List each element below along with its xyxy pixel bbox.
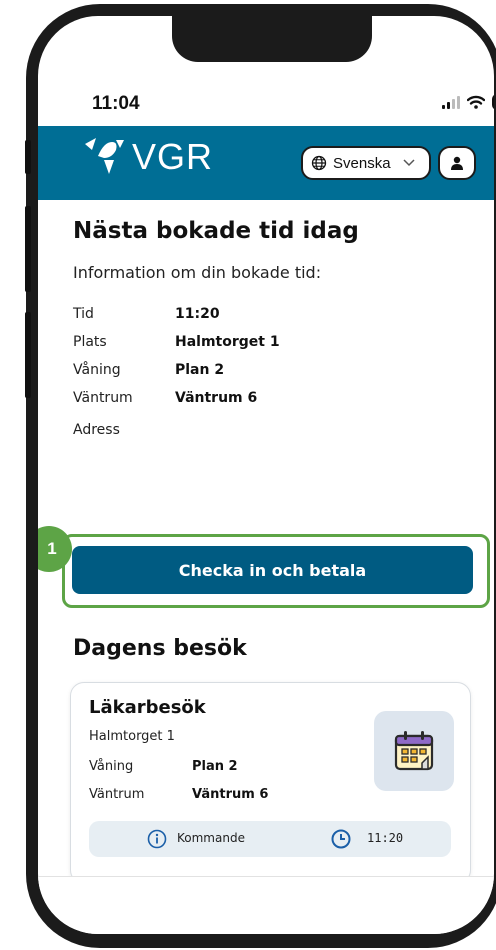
check-in-and-pay-button[interactable]: Checka in och betala [72,546,473,594]
page-title: Nästa bokade tid idag [73,218,359,244]
app-header: VGR Svenska [38,126,494,200]
info-value-place: Halmtorget 1 [175,334,280,350]
chevron-down-icon [403,159,415,167]
visit-card[interactable]: Läkarbesök Halmtorget 1 Våning Plan 2 Vä… [70,682,471,884]
status-icons: 79 [442,90,494,114]
phone-volume-up [25,206,31,292]
bottom-bar [38,876,494,934]
calendar-tile [374,711,454,791]
battery-level: 79 [492,94,494,110]
visit-card-room-value: Väntrum 6 [192,787,269,802]
status-time: 11:04 [92,93,140,114]
todays-visits-title: Dagens besök [73,636,247,661]
vgr-logo[interactable]: VGR [82,136,213,178]
user-icon [451,156,463,170]
wifi-icon [467,95,485,109]
vgr-logo-icon [85,138,124,174]
logo-text: VGR [132,136,214,177]
phone-volume-down [25,312,31,398]
visit-card-location: Halmtorget 1 [89,729,175,744]
info-icon [147,829,167,849]
info-label-address: Adress [73,422,120,438]
calendar-icon [394,731,434,771]
phone-side-button [25,140,31,174]
signal-icon [442,95,460,109]
visit-card-room-label: Väntrum [89,787,145,802]
visit-status-bar: Kommande 11:20 [89,821,451,857]
visit-card-floor-label: Våning [89,759,134,774]
clock-icon [331,829,351,849]
visit-card-floor-value: Plan 2 [192,759,238,774]
user-button[interactable] [438,146,476,180]
appointment-intro: Information om din bokade tid: [73,263,322,282]
info-label-floor: Våning [73,362,121,378]
info-label-waiting-room: Väntrum [73,390,133,406]
language-label: Svenska [333,154,391,172]
battery-icon: 79 [492,94,494,110]
phone-screen: 11:04 79 VGR [38,16,494,934]
info-value-floor: Plan 2 [175,362,225,378]
visit-card-title: Läkarbesök [89,697,206,718]
info-label-place: Plats [73,334,107,350]
info-label-time: Tid [73,306,94,322]
visit-status-text: Kommande [177,831,245,845]
phone-notch [172,16,372,62]
language-selector[interactable]: Svenska [301,146,431,180]
visit-status-time: 11:20 [367,831,404,845]
info-value-time: 11:20 [175,306,220,322]
globe-icon [311,155,327,171]
info-value-waiting-room: Väntrum 6 [175,390,258,406]
